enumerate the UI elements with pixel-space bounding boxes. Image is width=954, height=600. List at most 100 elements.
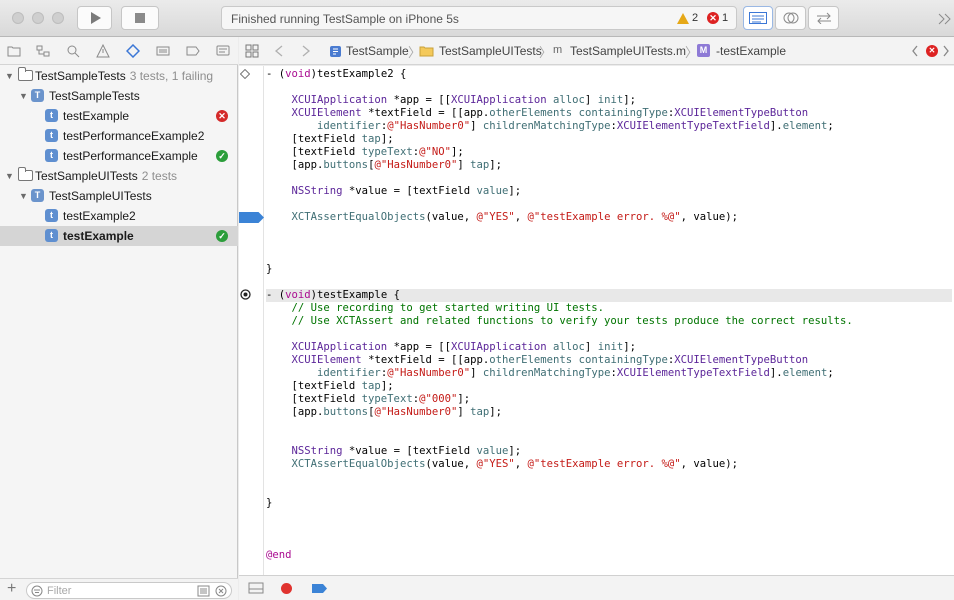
tree-row-test[interactable]: t testExample ✕ xyxy=(0,106,238,126)
test-method-icon: t xyxy=(45,129,58,142)
version-editor-button[interactable] xyxy=(808,6,839,30)
tree-row-label: TestSampleUITests xyxy=(35,169,138,183)
status-text: Finished running TestSample on iPhone 5s xyxy=(231,12,459,26)
tree-row-class[interactable]: ▼ T TestSampleUITests xyxy=(0,186,238,206)
xcode-window: Finished running TestSample on iPhone 5s… xyxy=(0,0,954,600)
test-bundle-folder-icon xyxy=(18,67,33,81)
source-editor[interactable]: - (void)testExample2 { XCUIApplication *… xyxy=(239,66,954,575)
disclosure-triangle-icon[interactable]: ▼ xyxy=(5,166,14,186)
tree-row-test-selected[interactable]: t testExample ✓ xyxy=(0,226,238,246)
tree-row-label: TestSampleTests xyxy=(35,69,126,83)
issue-icon[interactable] xyxy=(96,44,110,58)
test-method-icon: t xyxy=(45,229,58,242)
standard-editor-button[interactable] xyxy=(743,6,773,30)
test-navigator-icon[interactable] xyxy=(126,44,140,58)
test-passed-icon[interactable]: ✓ xyxy=(216,150,228,162)
breadcrumb-file[interactable]: TestSampleUITests.m xyxy=(570,44,686,58)
test-diamond-icon[interactable] xyxy=(240,69,250,79)
test-failed-icon[interactable]: ✕ xyxy=(216,110,228,122)
tree-row-count: 2 tests xyxy=(141,169,178,183)
test-tree: ▼ TestSampleTests 3 tests, 1 failing ▼ T … xyxy=(0,66,238,246)
zoom-window-button[interactable] xyxy=(52,12,64,24)
recent-filter-icon[interactable] xyxy=(197,585,210,597)
navigator-filter-bar: + xyxy=(0,578,238,600)
stop-button[interactable] xyxy=(121,6,159,30)
breakpoints-toggle-icon[interactable] xyxy=(311,583,328,594)
chevron-right-icon: 〉 xyxy=(539,45,553,60)
standard-editor-icon xyxy=(749,12,767,24)
assistant-editor-button[interactable] xyxy=(775,6,806,30)
debug-icon[interactable] xyxy=(156,44,170,58)
breakpoint-marker[interactable] xyxy=(239,212,264,223)
test-bundle-folder-icon xyxy=(18,167,33,181)
tree-row-label: testExample2 xyxy=(63,209,136,223)
tree-row-test[interactable]: t testExample2 xyxy=(0,206,238,226)
stop-icon xyxy=(135,13,145,23)
symbol-icon[interactable] xyxy=(36,44,50,58)
folder-icon xyxy=(419,46,434,57)
related-items-icon[interactable] xyxy=(245,44,259,58)
test-method-icon: t xyxy=(45,209,58,222)
report-icon[interactable] xyxy=(216,44,230,58)
disclosure-triangle-icon[interactable]: ▼ xyxy=(5,66,14,86)
breadcrumb-group[interactable]: TestSampleUITests xyxy=(439,44,542,58)
breadcrumb-method[interactable]: -testExample xyxy=(716,44,786,58)
tree-row-test[interactable]: t testPerformanceExample ✓ xyxy=(0,146,238,166)
tree-row-label: testPerformanceExample xyxy=(63,149,198,163)
test-navigator: ▼ TestSampleTests 3 tests, 1 failing ▼ T … xyxy=(0,37,238,600)
folder-icon[interactable] xyxy=(7,44,21,58)
test-passed-icon[interactable]: ✓ xyxy=(216,230,228,242)
version-editor-icon xyxy=(816,12,831,24)
activity-status: Finished running TestSample on iPhone 5s… xyxy=(221,6,737,30)
tree-row-label: TestSampleUITests xyxy=(49,189,152,203)
next-issue-icon[interactable] xyxy=(942,45,950,57)
disclosure-triangle-icon[interactable]: ▼ xyxy=(19,86,28,106)
test-method-icon: t xyxy=(45,109,58,122)
minimize-window-button[interactable] xyxy=(32,12,44,24)
close-window-button[interactable] xyxy=(12,12,24,24)
editor-gutter[interactable] xyxy=(239,66,264,575)
test-class-icon: T xyxy=(31,89,44,102)
back-icon[interactable] xyxy=(274,45,284,57)
warning-indicator[interactable]: 2 xyxy=(677,12,698,24)
breakpoint-icon[interactable] xyxy=(186,44,200,58)
warning-icon xyxy=(677,12,689,24)
hide-debug-area-icon[interactable] xyxy=(248,582,264,594)
error-count: 1 xyxy=(722,12,729,24)
filter-field[interactable] xyxy=(26,582,232,599)
warning-count: 2 xyxy=(692,12,699,24)
error-indicator[interactable]: ✕ 1 xyxy=(707,12,728,24)
navigator-selector-bar xyxy=(0,37,238,65)
assistant-editor-icon xyxy=(783,12,798,24)
record-ui-test-icon[interactable] xyxy=(281,583,292,594)
tree-row-class[interactable]: ▼ T TestSampleTests xyxy=(0,86,238,106)
project-icon xyxy=(330,46,341,57)
run-button[interactable] xyxy=(77,6,112,30)
jump-bar: TestSample 〉 TestSampleUITests 〉 m TestS… xyxy=(239,37,954,65)
issue-error-icon[interactable]: ✕ xyxy=(926,45,938,57)
toolbar-overflow-icon[interactable] xyxy=(938,13,952,25)
tree-row-group[interactable]: ▼ TestSampleTests 3 tests, 1 failing xyxy=(0,66,238,86)
toolbar: Finished running TestSample on iPhone 5s… xyxy=(0,0,954,37)
method-icon: M xyxy=(697,44,710,57)
previous-issue-icon[interactable] xyxy=(911,45,919,57)
tree-row-label: testExample xyxy=(63,229,134,243)
filter-icon xyxy=(31,585,43,597)
filter-input[interactable] xyxy=(47,584,187,597)
error-icon: ✕ xyxy=(707,12,719,24)
tree-row-count: 3 tests, 1 failing xyxy=(129,69,214,83)
tree-row-test[interactable]: t testPerformanceExample2 xyxy=(0,126,238,146)
tree-row-group[interactable]: ▼ TestSampleUITests 2 tests xyxy=(0,166,238,186)
breadcrumb-project[interactable]: TestSample xyxy=(346,44,409,58)
forward-icon[interactable] xyxy=(301,45,311,57)
add-icon[interactable]: + xyxy=(7,580,16,598)
failed-filter-icon[interactable] xyxy=(215,585,228,597)
search-icon[interactable] xyxy=(66,44,80,58)
tree-row-label: TestSampleTests xyxy=(49,89,140,103)
disclosure-triangle-icon[interactable]: ▼ xyxy=(19,186,28,206)
test-class-icon: T xyxy=(31,189,44,202)
debug-bar xyxy=(239,575,954,600)
tree-row-label: testExample xyxy=(63,109,130,123)
test-run-indicator-icon[interactable] xyxy=(240,289,251,300)
test-method-icon: t xyxy=(45,149,58,162)
